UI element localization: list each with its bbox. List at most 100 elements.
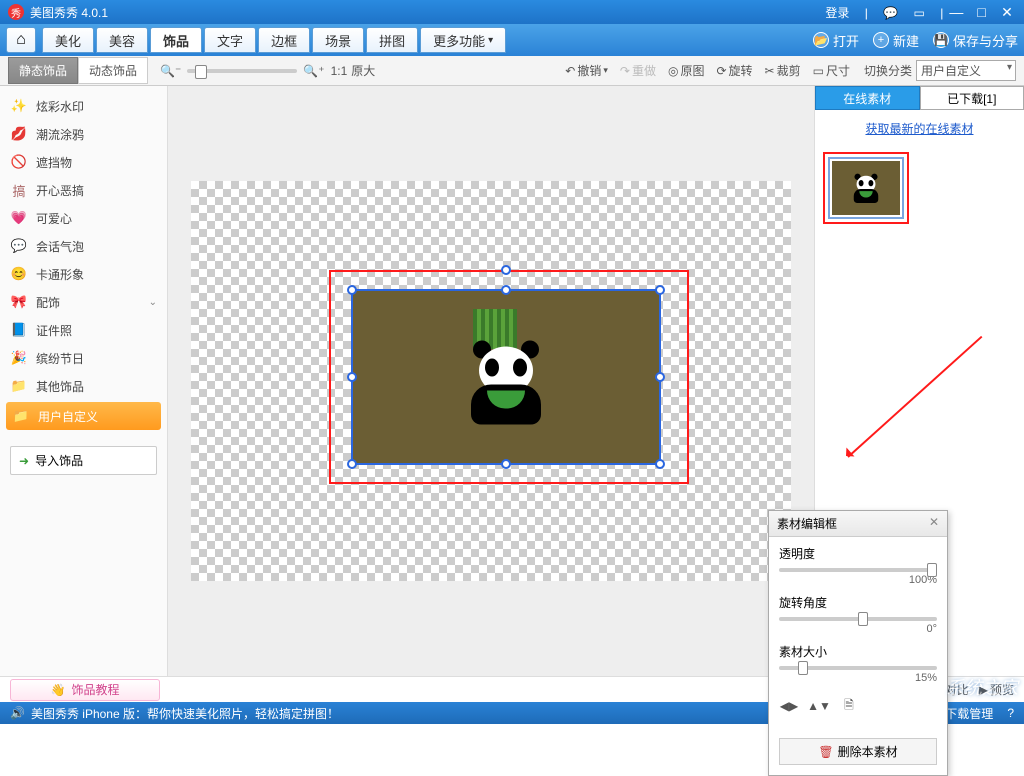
tab-frame[interactable]: 边框 xyxy=(258,27,310,53)
duplicate-button[interactable]: 🗎 xyxy=(839,696,859,716)
popup-header[interactable]: 素材编辑框 ✕ xyxy=(769,511,947,537)
import-button[interactable]: ➜导入饰品 xyxy=(10,446,157,475)
sidebar-item[interactable]: 💬会话气泡 xyxy=(0,232,167,260)
tab-text[interactable]: 文字 xyxy=(204,27,256,53)
undo-button[interactable]: ↶撤销▾ xyxy=(565,62,608,79)
canvas[interactable] xyxy=(191,181,791,581)
sidebar-item[interactable]: 😊卡通形象 xyxy=(0,260,167,288)
sidebar-item[interactable]: 搞开心恶搞 xyxy=(0,176,167,204)
zoom-ratio[interactable]: 1:1 xyxy=(331,64,348,78)
size-icon: ▭ xyxy=(813,64,824,78)
tab-beautify[interactable]: 美化 xyxy=(42,27,94,53)
sidebar-item[interactable]: 🎀配饰⌄ xyxy=(0,288,167,316)
category-icon: 💬 xyxy=(10,237,28,255)
help-button[interactable]: ? xyxy=(1007,706,1014,720)
category-icon: 🚫 xyxy=(10,153,28,171)
resize-handle[interactable] xyxy=(501,459,511,469)
size-button[interactable]: ▭尺寸 xyxy=(813,62,850,79)
zoom-in-icon[interactable]: 🔍⁺ xyxy=(303,64,324,78)
speaker-icon[interactable]: 🔊 xyxy=(10,706,25,720)
material-thumbnail[interactable] xyxy=(828,157,904,219)
chat-icon[interactable]: 💬 xyxy=(883,6,898,20)
zoom-slider[interactable] xyxy=(187,69,297,73)
tab-downloaded[interactable]: 已下载[1] xyxy=(920,86,1024,110)
resize-handle[interactable] xyxy=(347,372,357,382)
rotate-button[interactable]: ⟳旋转 xyxy=(716,62,752,79)
tutorial-button[interactable]: 👋饰品教程 xyxy=(10,679,160,701)
rotate-slider[interactable] xyxy=(779,617,937,621)
sidebar-item[interactable]: 📁用户自定义 xyxy=(6,402,161,430)
material-edit-popup: 素材编辑框 ✕ 透明度 100% 旋转角度 0° 素材大小 xyxy=(768,510,948,776)
status-tip: 美图秀秀 iPhone 版：帮你快速美化照片，轻松搞定拼图！ xyxy=(31,705,339,722)
chevron-icon: ⌄ xyxy=(149,297,157,308)
app-title: 美图秀秀 4.0.1 xyxy=(30,4,108,21)
opacity-label: 透明度 xyxy=(779,545,937,562)
original-button[interactable]: ◎原图 xyxy=(668,62,705,79)
trash-icon: 🗑 xyxy=(818,745,833,759)
home-button[interactable]: ⌂ xyxy=(6,27,36,53)
sidebar-item[interactable]: ✨炫彩水印 xyxy=(0,92,167,120)
preview-button[interactable]: ▶预览 xyxy=(979,681,1014,698)
close-button[interactable]: ✕ xyxy=(998,4,1016,21)
preview-icon: ▶ xyxy=(979,683,988,697)
plus-icon: + xyxy=(873,32,889,48)
rotate-icon: ⟳ xyxy=(716,64,726,78)
crop-button[interactable]: ✂裁剪 xyxy=(765,62,801,79)
tab-collage[interactable]: 拼图 xyxy=(366,27,418,53)
subtab-static[interactable]: 静态饰品 xyxy=(8,57,78,84)
popup-close-button[interactable]: ✕ xyxy=(929,515,939,532)
import-icon: ➜ xyxy=(19,454,29,468)
opacity-slider[interactable] xyxy=(779,568,937,572)
save-icon: 💾 xyxy=(933,32,949,48)
redo-icon: ↷ xyxy=(620,64,630,78)
zoom-out-icon[interactable]: 🔍⁻ xyxy=(160,64,181,78)
undo-icon: ↶ xyxy=(565,64,575,78)
toolbar: 静态饰品 动态饰品 🔍⁻ 🔍⁺ 1:1 原大 ↶撤销▾ ↷重做 ◎原图 ⟳旋转 … xyxy=(0,56,1024,86)
main-menu: ⌂ 美化 美容 饰品 文字 边框 场景 拼图 更多功能 📂打开 +新建 💾保存与… xyxy=(0,24,1024,56)
sidebar-item[interactable]: 💋潮流涂鸦 xyxy=(0,120,167,148)
tab-ornament[interactable]: 饰品 xyxy=(150,27,202,53)
tab-scene[interactable]: 场景 xyxy=(312,27,364,53)
sidebar: ✨炫彩水印💋潮流涂鸦🚫遮挡物搞开心恶搞💗可爱心💬会话气泡😊卡通形象🎀配饰⌄📘证件… xyxy=(0,86,168,676)
category-icon: ✨ xyxy=(10,97,28,115)
selection-box[interactable] xyxy=(351,289,661,465)
category-icon: 🎀 xyxy=(10,293,28,311)
sidebar-item[interactable]: 📁其他饰品 xyxy=(0,372,167,400)
fetch-online-link[interactable]: 获取最新的在线素材 xyxy=(865,122,973,136)
resize-handle[interactable] xyxy=(655,372,665,382)
size-slider[interactable] xyxy=(779,666,937,670)
new-button[interactable]: +新建 xyxy=(873,31,919,50)
tab-more[interactable]: 更多功能 xyxy=(420,27,506,53)
open-button[interactable]: 📂打开 xyxy=(813,31,859,50)
resize-handle[interactable] xyxy=(655,285,665,295)
maximize-button[interactable]: □ xyxy=(973,4,991,20)
resize-handle[interactable] xyxy=(347,285,357,295)
rotate-handle[interactable] xyxy=(501,265,511,275)
subtab-dynamic[interactable]: 动态饰品 xyxy=(78,57,148,84)
resize-handle[interactable] xyxy=(655,459,665,469)
switch-category-label: 切换分类 xyxy=(864,62,912,79)
sidebar-item[interactable]: 📘证件照 xyxy=(0,316,167,344)
panda-image xyxy=(461,337,551,427)
resize-handle[interactable] xyxy=(501,285,511,295)
redo-button[interactable]: ↷重做 xyxy=(620,62,656,79)
save-button[interactable]: 💾保存与分享 xyxy=(933,31,1018,50)
resize-handle[interactable] xyxy=(347,459,357,469)
canvas-zone[interactable]: 素材编辑框 ✕ 透明度 100% 旋转角度 0° 素材大小 xyxy=(168,86,814,676)
sidebar-item[interactable]: 🎉缤纷节日 xyxy=(0,344,167,372)
minimize-button[interactable]: — xyxy=(947,4,965,20)
login-link[interactable]: 登录 xyxy=(825,6,849,20)
tab-online-materials[interactable]: 在线素材 xyxy=(815,86,920,110)
sidebar-item[interactable]: 🚫遮挡物 xyxy=(0,148,167,176)
zoom-orig[interactable]: 原大 xyxy=(351,62,375,79)
flip-vertical-button[interactable]: ▲▼ xyxy=(809,696,829,716)
eye-icon: ◎ xyxy=(668,64,678,78)
sidebar-item-label: 用户自定义 xyxy=(38,408,98,425)
delete-material-button[interactable]: 🗑删除本素材 xyxy=(779,738,937,765)
flip-horizontal-button[interactable]: ◀▶ xyxy=(779,696,799,716)
tab-cosmetic[interactable]: 美容 xyxy=(96,27,148,53)
category-select[interactable]: 用户自定义 xyxy=(916,60,1016,81)
home-icon: ⌂ xyxy=(16,31,26,49)
feedback-icon[interactable]: ▭ xyxy=(914,6,925,20)
sidebar-item[interactable]: 💗可爱心 xyxy=(0,204,167,232)
